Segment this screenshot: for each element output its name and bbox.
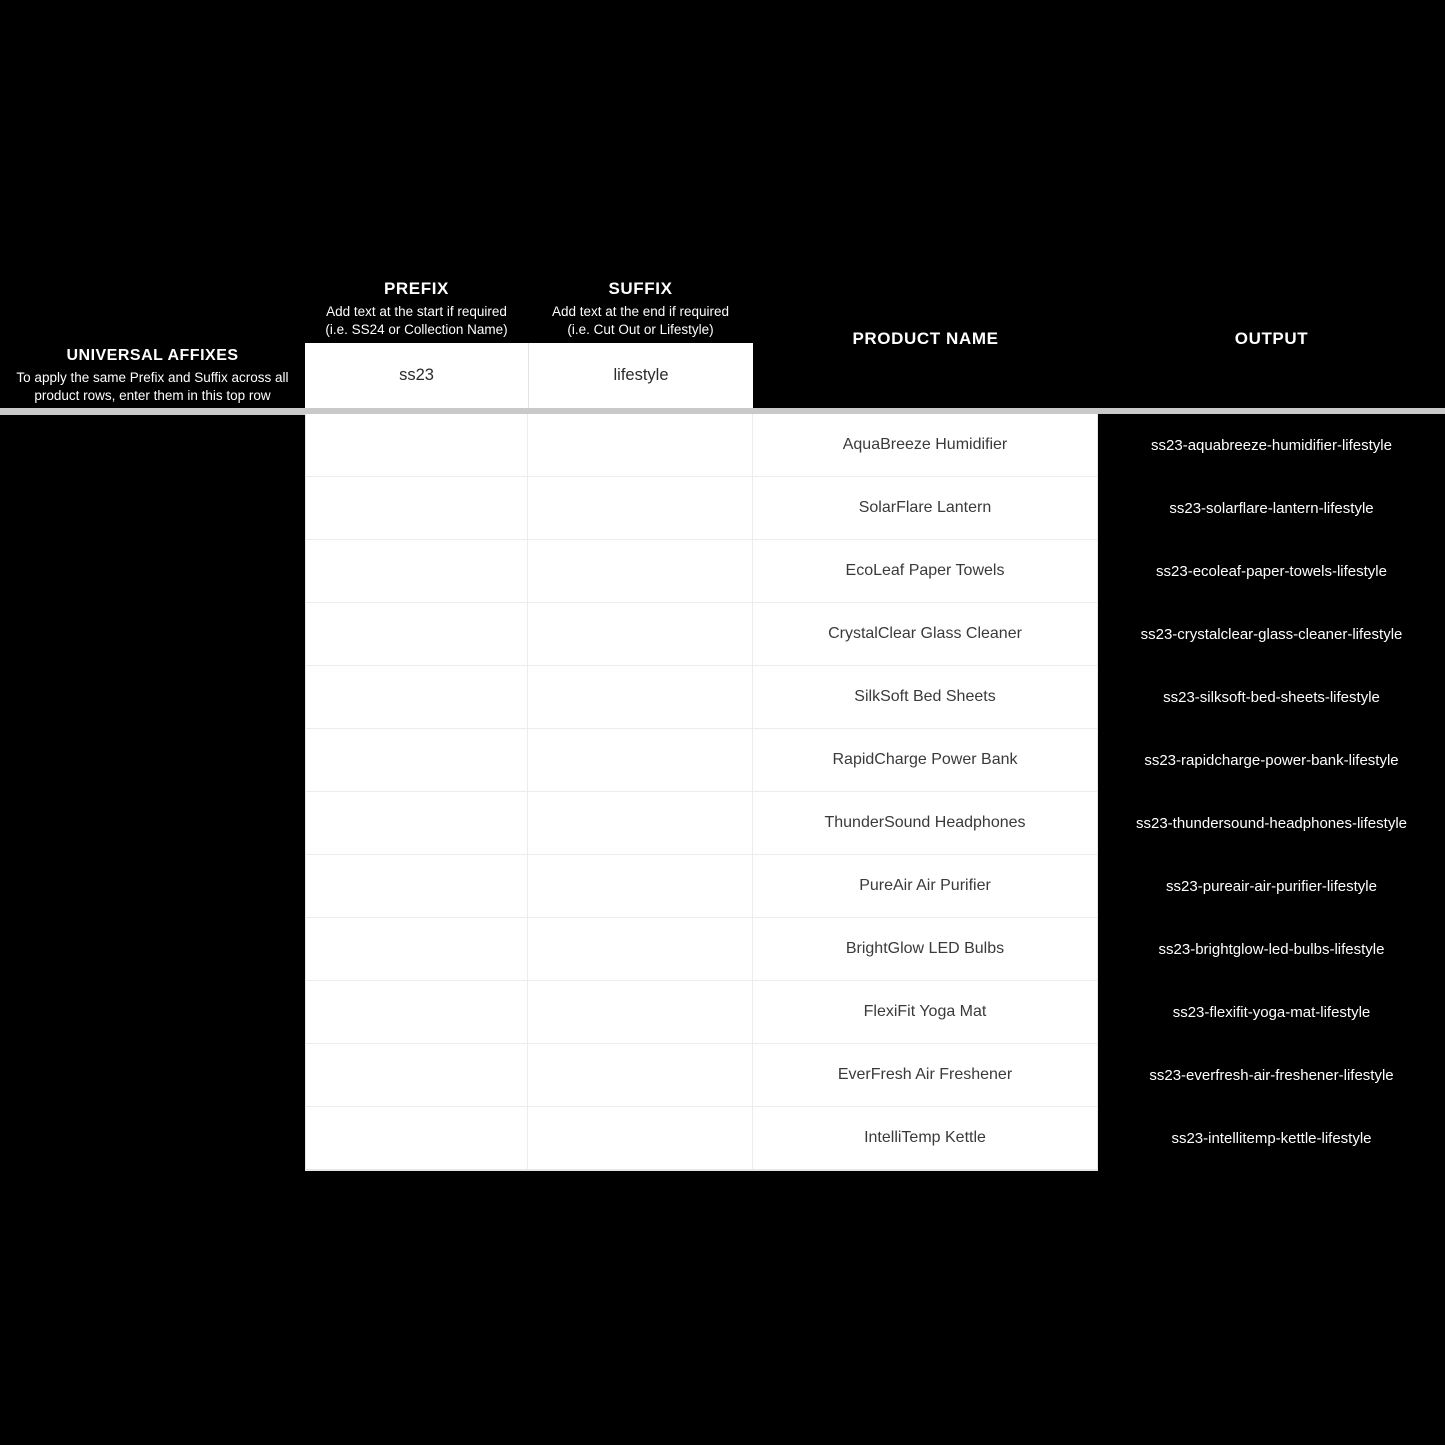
universal-affixes-subtitle-line1: To apply the same Prefix and Suffix acro… xyxy=(16,370,289,385)
row-prefix-input[interactable] xyxy=(306,666,528,728)
row-product-name[interactable]: IntelliTemp Kettle xyxy=(753,1107,1097,1169)
row-prefix-input[interactable] xyxy=(306,540,528,602)
row-product-name[interactable]: CrystalClear Glass Cleaner xyxy=(753,603,1097,665)
table-row: IntelliTemp Kettle xyxy=(306,1107,1097,1170)
row-output-value: ss23-pureair-air-purifier-lifestyle xyxy=(1098,855,1445,918)
row-output-value: ss23-crystalclear-glass-cleaner-lifestyl… xyxy=(1098,603,1445,666)
row-output-value: ss23-solarflare-lantern-lifestyle xyxy=(1098,477,1445,540)
row-prefix-input[interactable] xyxy=(306,477,528,539)
row-suffix-input[interactable] xyxy=(528,792,753,854)
column-header-prefix: PREFIX Add text at the start if required… xyxy=(305,278,528,338)
column-header-prefix-subtitle-line1: Add text at the start if required xyxy=(326,304,507,320)
table-row: SolarFlare Lantern xyxy=(306,477,1097,540)
row-suffix-input[interactable] xyxy=(528,855,753,917)
universal-affixes-description: UNIVERSAL AFFIXES To apply the same Pref… xyxy=(0,346,305,404)
row-product-name[interactable]: RapidCharge Power Bank xyxy=(753,729,1097,791)
row-product-name[interactable]: AquaBreeze Humidifier xyxy=(753,414,1097,476)
row-prefix-input[interactable] xyxy=(306,855,528,917)
row-prefix-input[interactable] xyxy=(306,414,528,476)
table-row: PureAir Air Purifier xyxy=(306,855,1097,918)
row-suffix-input[interactable] xyxy=(528,666,753,728)
row-suffix-input[interactable] xyxy=(528,540,753,602)
row-suffix-input[interactable] xyxy=(528,1107,753,1169)
row-suffix-input[interactable] xyxy=(528,603,753,665)
table-row: ThunderSound Headphones xyxy=(306,792,1097,855)
column-header-output: OUTPUT xyxy=(1098,328,1445,349)
page-root: PREFIX Add text at the start if required… xyxy=(0,0,1445,1445)
column-header-product-name-title: PRODUCT NAME xyxy=(852,329,999,348)
column-header-product-name: PRODUCT NAME xyxy=(753,328,1098,349)
row-product-name[interactable]: SilkSoft Bed Sheets xyxy=(753,666,1097,728)
row-product-name[interactable]: ThunderSound Headphones xyxy=(753,792,1097,854)
row-product-name[interactable]: FlexiFit Yoga Mat xyxy=(753,981,1097,1043)
row-suffix-input[interactable] xyxy=(528,414,753,476)
row-output-value: ss23-flexifit-yoga-mat-lifestyle xyxy=(1098,981,1445,1044)
table-row: RapidCharge Power Bank xyxy=(306,729,1097,792)
table-row: BrightGlow LED Bulbs xyxy=(306,918,1097,981)
row-prefix-input[interactable] xyxy=(306,729,528,791)
row-product-name[interactable]: EverFresh Air Freshener xyxy=(753,1044,1097,1106)
row-suffix-input[interactable] xyxy=(528,918,753,980)
table-row: EcoLeaf Paper Towels xyxy=(306,540,1097,603)
row-output-value: ss23-silksoft-bed-sheets-lifestyle xyxy=(1098,666,1445,729)
row-prefix-input[interactable] xyxy=(306,981,528,1043)
row-product-name[interactable]: EcoLeaf Paper Towels xyxy=(753,540,1097,602)
column-header-suffix: SUFFIX Add text at the end if required (… xyxy=(528,278,753,338)
row-product-name[interactable]: PureAir Air Purifier xyxy=(753,855,1097,917)
table-row: EverFresh Air Freshener xyxy=(306,1044,1097,1107)
row-output-value: ss23-aquabreeze-humidifier-lifestyle xyxy=(1098,414,1445,477)
row-output-value: ss23-rapidcharge-power-bank-lifestyle xyxy=(1098,729,1445,792)
column-header-output-title: OUTPUT xyxy=(1234,329,1309,348)
row-output-value: ss23-intellitemp-kettle-lifestyle xyxy=(1098,1107,1445,1170)
row-prefix-input[interactable] xyxy=(306,792,528,854)
row-suffix-input[interactable] xyxy=(528,729,753,791)
column-header-suffix-title: SUFFIX xyxy=(608,279,673,298)
row-output-value: ss23-everfresh-air-freshener-lifestyle xyxy=(1098,1044,1445,1107)
universal-affixes-input-row: ss23 lifestyle xyxy=(305,343,753,408)
table-row: SilkSoft Bed Sheets xyxy=(306,666,1097,729)
row-output-value: ss23-ecoleaf-paper-towels-lifestyle xyxy=(1098,540,1445,603)
universal-suffix-input[interactable]: lifestyle xyxy=(528,343,753,408)
table-row: AquaBreeze Humidifier xyxy=(306,414,1097,477)
column-header-suffix-subtitle-line1: Add text at the end if required xyxy=(551,304,730,320)
row-output-value: ss23-brightglow-led-bulbs-lifestyle xyxy=(1098,918,1445,981)
row-product-name[interactable]: BrightGlow LED Bulbs xyxy=(753,918,1097,980)
row-suffix-input[interactable] xyxy=(528,1044,753,1106)
column-header-prefix-title: PREFIX xyxy=(383,279,449,298)
universal-affixes-title: UNIVERSAL AFFIXES xyxy=(66,347,239,364)
column-header-prefix-subtitle-line2: (i.e. SS24 or Collection Name) xyxy=(325,321,508,337)
universal-prefix-input[interactable]: ss23 xyxy=(305,343,528,408)
row-prefix-input[interactable] xyxy=(306,1044,528,1106)
universal-affixes-subtitle-line2: product rows, enter them in this top row xyxy=(34,387,271,403)
table-row: FlexiFit Yoga Mat xyxy=(306,981,1097,1044)
table-row: CrystalClear Glass Cleaner xyxy=(306,603,1097,666)
row-suffix-input[interactable] xyxy=(528,477,753,539)
row-product-name[interactable]: SolarFlare Lantern xyxy=(753,477,1097,539)
row-suffix-input[interactable] xyxy=(528,981,753,1043)
column-header-suffix-subtitle-line2: (i.e. Cut Out or Lifestyle) xyxy=(567,321,714,337)
row-output-value: ss23-thundersound-headphones-lifestyle xyxy=(1098,792,1445,855)
product-table: AquaBreeze Humidifier SolarFlare Lantern E… xyxy=(305,414,1098,1171)
row-prefix-input[interactable] xyxy=(306,1107,528,1169)
row-prefix-input[interactable] xyxy=(306,603,528,665)
output-column: ss23-aquabreeze-humidifier-lifestyle ss23… xyxy=(1098,414,1445,1170)
row-prefix-input[interactable] xyxy=(306,918,528,980)
